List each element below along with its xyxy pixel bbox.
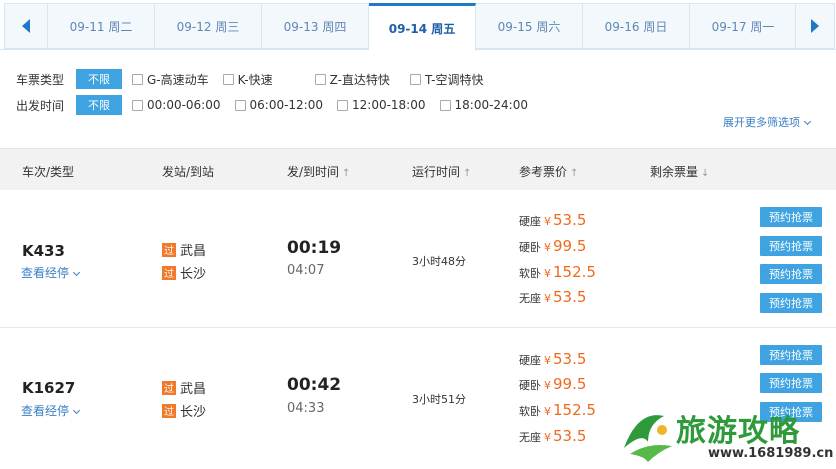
departure-station: 过武昌 [162, 380, 207, 397]
book-grab-ticket-button[interactable]: 预约抢票 [760, 373, 822, 393]
book-grab-ticket-button[interactable]: 预约抢票 [760, 293, 822, 313]
date-tab[interactable]: 09-16 周日 [583, 3, 690, 49]
duration: 3小时51分 [412, 393, 466, 406]
travel-logo-icon [624, 415, 672, 462]
checkbox[interactable] [132, 99, 143, 111]
view-stops-link[interactable]: 查看经停 [21, 264, 81, 281]
ticket-type-any-button[interactable]: 不限 [76, 69, 122, 89]
date-tab-active[interactable]: 09-14 周五 [369, 3, 476, 51]
col-remaining[interactable]: 剩余票量 ↓ [650, 163, 709, 180]
price-item: 硬卧 ¥99.5 [519, 237, 587, 255]
ticket-type-option-z[interactable]: Z-直达特快 [314, 71, 390, 88]
checkbox[interactable] [234, 99, 246, 111]
book-grab-ticket-button[interactable]: 预约抢票 [760, 236, 822, 256]
depart-time: 00:19 [287, 238, 342, 258]
checkbox[interactable] [409, 73, 421, 85]
watermark-url: www.1681989.cn [708, 446, 834, 461]
ticket-type-option-g[interactable]: G-高速动车 [132, 71, 209, 88]
depart-time-any-button[interactable]: 不限 [76, 95, 122, 115]
col-price[interactable]: 参考票价 ↑ [519, 163, 578, 180]
chevron-down-icon [803, 117, 812, 126]
depart-time: 00:42 [287, 375, 342, 395]
col-duration[interactable]: 运行时间 ↑ [412, 163, 471, 180]
ticket-type-option-k[interactable]: K-快速 [222, 71, 273, 88]
sort-down-icon: ↓ [701, 168, 710, 179]
price-item: 硬卧 ¥99.5 [519, 375, 587, 393]
pass-badge: 过 [162, 380, 176, 395]
train-number: K1627 [22, 379, 76, 397]
ticket-type-label: 车票类型 [16, 72, 65, 87]
pass-badge: 过 [162, 242, 176, 257]
pass-badge: 过 [162, 265, 176, 280]
chevron-down-icon [72, 406, 81, 415]
price-item: 无座 ¥53.5 [519, 427, 587, 445]
date-tab[interactable]: 09-15 周六 [476, 3, 583, 49]
arrow-left-icon [22, 19, 30, 33]
col-train: 车次/类型 [22, 165, 75, 179]
checkbox[interactable] [222, 73, 234, 85]
sort-up-icon: ↑ [570, 168, 579, 179]
depart-time-option[interactable]: 18:00-24:00 [439, 98, 528, 112]
checkbox[interactable] [314, 73, 326, 85]
col-stations: 发站/到站 [162, 165, 215, 179]
depart-time-filter: 出发时间 不限 00:00-06:00 06:00-12:00 12:00-18… [16, 95, 542, 115]
table-header: 车次/类型 发站/到站 发/到时间 ↑ 运行时间 ↑ 参考票价 ↑ 剩余票量 ↓ [0, 148, 836, 190]
price-item: 无座 ¥53.5 [519, 288, 587, 306]
train-row: K433 查看经停 过武昌 过长沙 00:19 04:07 3小时48分 硬座 ¥… [0, 190, 836, 328]
watermark-text: 旅游攻略 [676, 414, 800, 449]
checkbox[interactable] [132, 73, 143, 85]
book-grab-ticket-button[interactable]: 预约抢票 [760, 345, 822, 365]
price-item: 软卧 ¥152.5 [519, 401, 596, 419]
prev-dates-button[interactable] [4, 3, 48, 49]
col-times[interactable]: 发/到时间 ↑ [287, 163, 350, 180]
next-dates-button[interactable] [795, 3, 835, 49]
depart-time-option[interactable]: 00:00-06:00 [132, 98, 221, 112]
depart-time-option[interactable]: 06:00-12:00 [234, 98, 323, 112]
departure-station: 过武昌 [162, 242, 207, 259]
book-grab-ticket-button[interactable]: 预约抢票 [760, 207, 822, 227]
sort-up-icon: ↑ [463, 168, 472, 179]
date-tab[interactable]: 09-12 周三 [155, 3, 262, 49]
depart-time-label: 出发时间 [16, 98, 65, 113]
chevron-down-icon [72, 268, 81, 277]
arrive-time: 04:07 [287, 263, 325, 278]
site-watermark: 旅游攻略 www.1681989.cn [618, 400, 836, 469]
arrive-time: 04:33 [287, 401, 325, 416]
date-tab-bar: 09-11 周二 09-12 周三 09-13 周四 09-14 周五 09-1… [0, 0, 836, 51]
date-tab[interactable]: 09-13 周四 [262, 3, 369, 49]
pass-badge: 过 [162, 403, 176, 418]
duration: 3小时48分 [412, 255, 466, 268]
train-number: K433 [22, 242, 65, 260]
arrival-station: 过长沙 [162, 403, 207, 420]
price-item: 软卧 ¥152.5 [519, 263, 596, 281]
view-stops-link[interactable]: 查看经停 [21, 402, 81, 419]
arrival-station: 过长沙 [162, 265, 207, 282]
book-grab-ticket-button[interactable]: 预约抢票 [760, 264, 822, 284]
ticket-type-option-t[interactable]: T-空调特快 [409, 71, 484, 88]
sort-up-icon: ↑ [342, 168, 351, 179]
price-item: 硬座 ¥53.5 [519, 350, 587, 368]
date-tab[interactable]: 09-11 周二 [48, 3, 155, 49]
more-filters-link[interactable]: 展开更多筛选项 [723, 114, 812, 130]
depart-time-option[interactable]: 12:00-18:00 [337, 98, 426, 112]
checkbox[interactable] [439, 99, 451, 111]
arrow-right-icon [811, 19, 819, 33]
price-item: 硬座 ¥53.5 [519, 211, 587, 229]
date-tab[interactable]: 09-17 周一 [690, 3, 797, 49]
checkbox[interactable] [337, 99, 348, 111]
ticket-type-filter: 车票类型 不限 G-高速动车 K-快速 Z-直达特快 T-空调特快 [16, 69, 498, 89]
